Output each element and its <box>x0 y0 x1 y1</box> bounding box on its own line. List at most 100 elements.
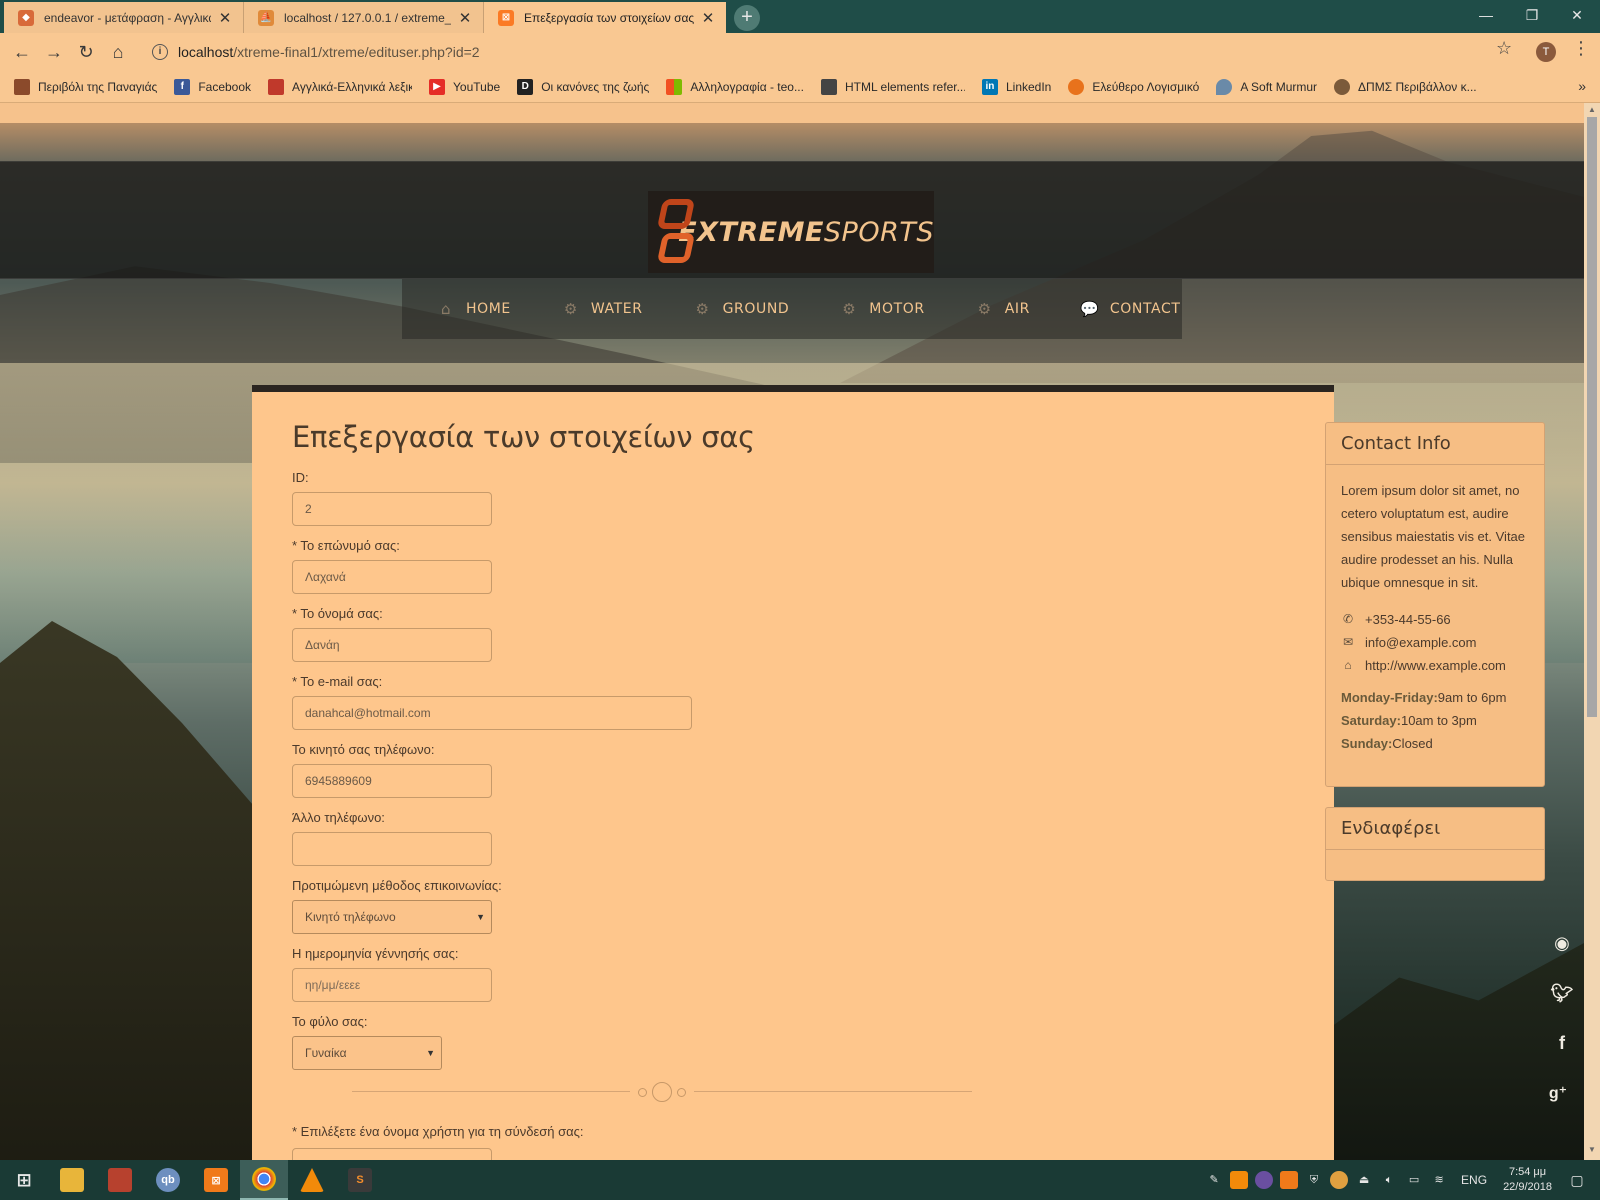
network-icon[interactable]: ▭ <box>1405 1171 1423 1189</box>
tab-phpmyadmin[interactable]: ⛵ localhost / 127.0.0.1 / extreme_e ✕ <box>244 2 484 33</box>
tab-edit-user[interactable]: ⊠ Επεξεργασία των στοιχείων σας ✕ <box>484 2 726 33</box>
site-logo[interactable]: EXTREMESPORTS <box>648 191 934 273</box>
app-tray-icon[interactable] <box>1330 1171 1349 1189</box>
contact-info-box: Contact Info Lorem ipsum dolor sit amet,… <box>1325 422 1545 787</box>
ellak-favicon <box>1068 78 1085 95</box>
bookmark-item[interactable]: in LinkedIn <box>981 78 1051 95</box>
page-scrollbar[interactable]: ▲ ▼ <box>1584 103 1600 1160</box>
scroll-down-icon[interactable]: ▼ <box>1584 1145 1600 1154</box>
taskbar-app[interactable]: ⊠ <box>192 1160 240 1200</box>
bookmark-item[interactable]: Ελεύθερο Λογισμικό <box>1068 78 1199 95</box>
address-bar[interactable]: i localhost/xtreme-final1/xtreme/edituse… <box>142 37 1482 67</box>
phpmyadmin-favicon: ⛵ <box>258 9 274 26</box>
hours-row: Sunday:Closed <box>1341 736 1433 751</box>
mobile-field[interactable]: 6945889609 <box>292 764 492 798</box>
new-tab-button[interactable]: + <box>734 5 760 31</box>
browser-menu-icon[interactable]: ⋮ <box>1572 38 1590 59</box>
windows-logo-icon: ⊞ <box>16 1169 32 1190</box>
notifications-icon[interactable]: ▢ <box>1568 1171 1586 1189</box>
id-field[interactable]: 2 <box>292 492 492 526</box>
home-icon: ⌂ <box>440 300 452 318</box>
bookmark-item[interactable]: Αλληλογραφία - teo... <box>666 78 804 95</box>
rss-icon[interactable]: ◉ <box>1550 933 1574 954</box>
nav-motor[interactable]: ⚙ MOTOR <box>839 301 924 317</box>
bookmark-item[interactable]: ▶ YouTube <box>429 78 500 95</box>
close-tab-icon[interactable]: ✕ <box>700 9 716 27</box>
maximize-icon[interactable]: ❐ <box>1509 0 1555 30</box>
top-strip <box>0 103 1584 123</box>
surname-field[interactable]: Λαχανά <box>292 560 492 594</box>
email-field[interactable]: danahcal@hotmail.com <box>292 696 692 730</box>
nav-air[interactable]: ⚙ AIR <box>975 301 1030 317</box>
close-window-icon[interactable]: ✕ <box>1554 0 1600 30</box>
volume-icon[interactable]: 🔈︎ <box>1380 1171 1398 1189</box>
close-tab-icon[interactable]: ✕ <box>457 9 473 27</box>
scroll-up-icon[interactable]: ▲ <box>1584 105 1600 114</box>
bookmark-item[interactable]: D Οι κανόνες της ζωής <box>517 78 649 95</box>
nav-contact[interactable]: 💬 CONTACT <box>1080 301 1181 317</box>
usb-icon[interactable]: ⏏ <box>1355 1171 1373 1189</box>
pen-icon[interactable]: ✎ <box>1205 1171 1223 1189</box>
opening-hours: Monday-Friday:9am to 6pm Saturday:10am t… <box>1341 686 1529 755</box>
bookmark-item[interactable]: Αγγλικά-Ελληνικά λεξικό <box>268 78 412 95</box>
defender-shield-icon[interactable]: ⛨ <box>1305 1171 1323 1189</box>
background-forest-right <box>1320 943 1584 1160</box>
username-field[interactable] <box>292 1148 492 1160</box>
bookmark-item[interactable]: A Soft Murmur <box>1216 78 1317 95</box>
bookmark-item[interactable]: Περιβόλι της Παναγιάς <box>14 78 157 95</box>
linkedin-icon: in <box>981 78 998 95</box>
nav-ground[interactable]: ⚙ GROUND <box>693 301 790 317</box>
bookmark-item[interactable]: ΔΠΜΣ Περιβάλλον κ... <box>1334 78 1477 95</box>
nav-water[interactable]: ⚙ WATER <box>561 301 643 317</box>
vlc-tray-icon[interactable] <box>1230 1171 1249 1189</box>
twitter-icon[interactable]: 🐦︎ <box>1550 983 1574 1004</box>
facebook-icon[interactable]: f <box>1550 1033 1574 1054</box>
other-phone-label: Άλλο τηλέφωνο: <box>292 810 385 825</box>
back-icon[interactable]: ← <box>8 38 36 66</box>
bookmark-star-icon[interactable]: ☆ <box>1496 38 1512 59</box>
taskbar-app[interactable] <box>48 1160 96 1200</box>
taskbar-app[interactable]: S <box>336 1160 384 1200</box>
taskbar-app[interactable]: qb <box>144 1160 192 1200</box>
start-button[interactable]: ⊞ <box>0 1160 48 1200</box>
contact-method-select[interactable]: Κινητό τηλέφωνο ▼ <box>292 900 492 934</box>
info-icon[interactable]: i <box>152 44 168 60</box>
google-plus-icon[interactable]: g⁺ <box>1546 1083 1570 1103</box>
language-indicator[interactable]: ENG <box>1461 1173 1487 1187</box>
mdn-favicon <box>820 78 837 95</box>
forward-icon[interactable]: → <box>40 38 68 66</box>
gender-select[interactable]: Γυναίκα ▼ <box>292 1036 442 1070</box>
tab-title: endeavor - μετάφραση - Αγγλικά <box>44 10 211 25</box>
gears-icon: ⚙ <box>563 300 578 318</box>
profile-avatar[interactable]: T <box>1536 42 1556 62</box>
scrollbar-thumb[interactable] <box>1587 117 1597 717</box>
reload-icon[interactable]: ↻ <box>72 38 100 66</box>
taskbar-app[interactable] <box>288 1160 336 1200</box>
taskbar-app[interactable] <box>240 1160 288 1200</box>
clock[interactable]: 7:54 μμ 22/9/2018 <box>1503 1165 1552 1195</box>
other-phone-field[interactable] <box>292 832 492 866</box>
minimize-icon[interactable]: — <box>1463 0 1509 30</box>
website-line[interactable]: ⌂ http://www.example.com <box>1341 654 1529 677</box>
envelope-icon: ✉ <box>1342 635 1354 649</box>
bookmark-item[interactable]: HTML elements refer... <box>820 78 965 95</box>
viber-icon[interactable] <box>1255 1171 1274 1189</box>
tab-dictionary[interactable]: ◆ endeavor - μετάφραση - Αγγλικά ✕ <box>4 2 244 33</box>
xampp-tray-icon[interactable] <box>1280 1171 1299 1189</box>
id-label: ID: <box>292 470 309 485</box>
mobile-label: Το κινητό σας τηλέφωνο: <box>292 742 435 757</box>
email-line[interactable]: ✉ info@example.com <box>1341 631 1529 654</box>
gender-label: Το φύλο σας: <box>292 1014 368 1029</box>
taskbar-app[interactable] <box>96 1160 144 1200</box>
firstname-field[interactable]: Δανάη <box>292 628 492 662</box>
bookmarks-overflow-icon[interactable]: » <box>1578 78 1586 94</box>
interest-title: Ενδιαφέρει <box>1326 808 1544 850</box>
bookmark-item[interactable]: f Facebook <box>174 78 251 95</box>
home-button-icon[interactable]: ⌂ <box>104 38 132 66</box>
birthdate-field[interactable]: ηη/μμ/εεεε <box>292 968 492 1002</box>
close-tab-icon[interactable]: ✕ <box>217 9 233 27</box>
wifi-icon[interactable]: ≋ <box>1430 1171 1448 1189</box>
outlook-icon <box>666 78 683 95</box>
contact-method-value: Κινητό τηλέφωνο <box>305 910 396 924</box>
nav-home[interactable]: ⌂ HOME <box>436 301 511 317</box>
